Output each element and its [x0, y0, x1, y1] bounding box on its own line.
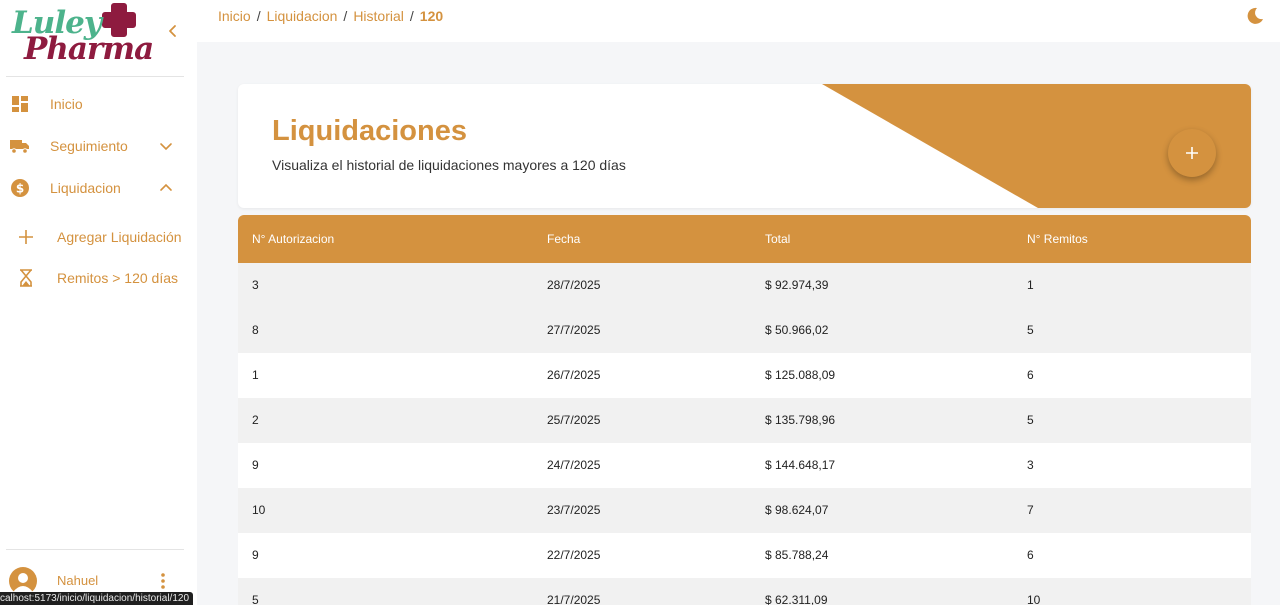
- cell-remitos: 7: [1027, 503, 1034, 517]
- page-subtitle: Visualiza el historial de liquidaciones …: [272, 157, 626, 173]
- cell-total: $ 92.974,39: [765, 278, 829, 292]
- cell-total: $ 62.311,09: [765, 593, 828, 605]
- table-header: N° Autorizacion Fecha Total N° Remitos: [238, 215, 1251, 263]
- sidebar-divider-bottom: [6, 549, 184, 550]
- sidebar-item-label: Liquidacion: [50, 180, 121, 196]
- liquidaciones-table: N° Autorizacion Fecha Total N° Remitos 3…: [238, 215, 1251, 605]
- hourglass-icon: [16, 268, 36, 288]
- cell-remitos: 6: [1027, 368, 1034, 382]
- table-row[interactable]: 9 24/7/2025 $ 144.648,17 3: [238, 443, 1251, 488]
- table-row[interactable]: 2 25/7/2025 $ 135.798,96 5: [238, 398, 1251, 443]
- table-row[interactable]: 8 27/7/2025 $ 50.966,02 5: [238, 308, 1251, 353]
- cell-total: $ 135.798,96: [765, 413, 836, 427]
- breadcrumb-current: 120: [419, 8, 444, 24]
- table-row[interactable]: 10 23/7/2025 $ 98.624,07 7: [238, 488, 1251, 533]
- cell-fecha: 23/7/2025: [547, 503, 601, 517]
- table-row[interactable]: 1 26/7/2025 $ 125.088,09 6: [238, 353, 1251, 398]
- cell-autorizacion: 9: [252, 458, 259, 472]
- more-vert-icon[interactable]: [155, 571, 171, 591]
- column-header-autorizacion[interactable]: N° Autorizacion: [252, 232, 334, 246]
- sidebar-divider-top: [6, 76, 184, 77]
- page-header-card: Liquidaciones Visualiza el historial de …: [238, 84, 1251, 208]
- plus-icon: [1186, 147, 1198, 159]
- cell-total: $ 125.088,09: [765, 368, 836, 382]
- sidebar-item-inicio[interactable]: Inicio: [0, 86, 184, 122]
- sidebar-item-seguimiento[interactable]: Seguimiento: [0, 128, 184, 164]
- dashboard-icon: [10, 94, 30, 114]
- luley-pharma-logo: Luley Pharma: [10, 2, 154, 70]
- cell-fecha: 24/7/2025: [547, 458, 601, 472]
- column-header-remitos[interactable]: N° Remitos: [1027, 232, 1088, 246]
- user-name: Nahuel: [57, 573, 99, 588]
- sidebar: Luley Pharma Inicio Seguimiento $ Liquid…: [0, 0, 197, 605]
- breadcrumb-inicio[interactable]: Inicio: [218, 8, 251, 24]
- logo-pharma: Pharma: [24, 31, 154, 67]
- cell-total: $ 50.966,02: [765, 323, 829, 337]
- cell-remitos: 6: [1027, 548, 1034, 562]
- cell-fecha: 28/7/2025: [547, 278, 601, 292]
- breadcrumb-historial[interactable]: Historial: [353, 8, 404, 24]
- status-bar-url: calhost:5173/inicio/liquidacion/historia…: [0, 592, 194, 605]
- breadcrumb-separator: /: [409, 8, 414, 24]
- cell-remitos: 10: [1027, 593, 1041, 605]
- cell-fecha: 21/7/2025: [547, 593, 601, 605]
- top-bar: Inicio / Liquidacion / Historial / 120: [197, 0, 1280, 42]
- page-title: Liquidaciones: [272, 115, 467, 147]
- cell-fecha: 27/7/2025: [547, 323, 601, 337]
- sidebar-item-label: Seguimiento: [50, 138, 128, 154]
- cell-total: $ 85.788,24: [765, 548, 829, 562]
- plus-icon: [16, 227, 36, 247]
- cell-autorizacion: 3: [252, 278, 259, 292]
- sidebar-subitem-label: Agregar Liquidación: [57, 229, 182, 245]
- sidebar-subitem-agregar-liquidacion[interactable]: Agregar Liquidación: [0, 220, 184, 254]
- truck-icon: [10, 136, 30, 156]
- sidebar-subitem-remitos-120[interactable]: Remitos > 120 días: [0, 261, 184, 295]
- add-liquidacion-button[interactable]: [1168, 129, 1216, 177]
- breadcrumb: Inicio / Liquidacion / Historial / 120: [218, 8, 443, 24]
- collapse-sidebar-chevron-left-icon[interactable]: [164, 22, 182, 40]
- chevron-up-icon[interactable]: [158, 180, 174, 196]
- breadcrumb-separator: /: [256, 8, 261, 24]
- svg-text:$: $: [16, 182, 24, 196]
- cell-fecha: 22/7/2025: [547, 548, 601, 562]
- cell-remitos: 5: [1027, 413, 1034, 427]
- cell-autorizacion: 2: [252, 413, 259, 427]
- cell-remitos: 5: [1027, 323, 1034, 337]
- table-row[interactable]: 9 22/7/2025 $ 85.788,24 6: [238, 533, 1251, 578]
- chevron-down-icon[interactable]: [158, 138, 174, 154]
- cell-fecha: 25/7/2025: [547, 413, 601, 427]
- breadcrumb-separator: /: [343, 8, 348, 24]
- cell-autorizacion: 1: [252, 368, 259, 382]
- cell-fecha: 26/7/2025: [547, 368, 601, 382]
- sidebar-item-liquidacion[interactable]: $ Liquidacion: [0, 170, 184, 206]
- table-row[interactable]: 5 21/7/2025 $ 62.311,09 10: [238, 578, 1251, 605]
- column-header-total[interactable]: Total: [765, 232, 790, 246]
- cell-autorizacion: 9: [252, 548, 259, 562]
- cell-remitos: 3: [1027, 458, 1034, 472]
- sidebar-item-label: Inicio: [50, 96, 83, 112]
- cell-autorizacion: 5: [252, 593, 259, 605]
- cell-total: $ 98.624,07: [765, 503, 829, 517]
- cell-remitos: 1: [1027, 278, 1034, 292]
- breadcrumb-liquidacion[interactable]: Liquidacion: [267, 8, 338, 24]
- avatar: [9, 567, 37, 595]
- dark-mode-moon-icon[interactable]: [1245, 6, 1265, 26]
- cell-autorizacion: 10: [252, 503, 266, 517]
- cell-autorizacion: 8: [252, 323, 259, 337]
- cell-total: $ 144.648,17: [765, 458, 836, 472]
- sidebar-subitem-label: Remitos > 120 días: [57, 270, 179, 286]
- dollar-circle-icon: $: [10, 178, 30, 198]
- column-header-fecha[interactable]: Fecha: [547, 232, 580, 246]
- table-row[interactable]: 3 28/7/2025 $ 92.974,39 1: [238, 263, 1251, 308]
